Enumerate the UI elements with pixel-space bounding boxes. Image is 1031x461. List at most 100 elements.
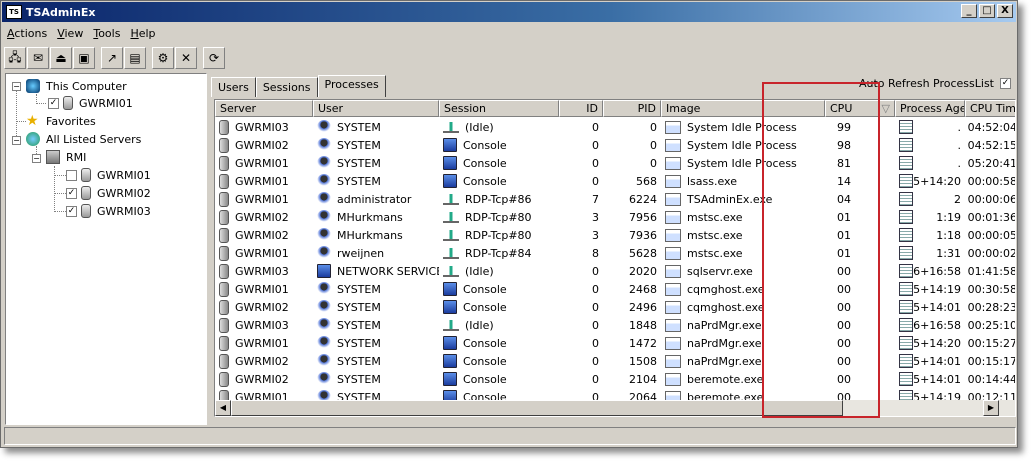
auto-refresh-checkbox[interactable]: ✓ <box>1000 78 1011 89</box>
tree-rmi[interactable]: RMI <box>46 149 86 165</box>
status-icon[interactable]: ▤ <box>124 47 146 69</box>
col-server[interactable]: Server <box>215 100 313 117</box>
expand-all-listed[interactable]: − <box>12 136 21 145</box>
server-checkbox[interactable] <box>66 169 77 181</box>
col-cpu-time[interactable]: CPU Time <box>965 100 1015 117</box>
table-row[interactable]: GWRMI01 SYSTEM Console 0 2468 cqmghost.exe 00 5… <box>215 280 1015 298</box>
table-row[interactable]: GWRMI02 SYSTEM Console 0 2496 cqmghost.exe 00 5… <box>215 298 1015 316</box>
table-row[interactable]: GWRMI02 SYSTEM Console 0 1508 naPrdMgr.exe 00 5… <box>215 352 1015 370</box>
table-row[interactable]: GWRMI01 SYSTEM Console 0 1472 naPrdMgr.exe 00 5… <box>215 334 1015 352</box>
table-row[interactable]: GWRMI03 NETWORK SERVICE (Idle) 0 2020 sqlserv… <box>215 262 1016 280</box>
scroll-thumb[interactable] <box>231 400 843 416</box>
server-checkbox[interactable]: ✓ <box>66 187 77 199</box>
cell-server: GWRMI02 <box>215 298 313 316</box>
col-id[interactable]: ID <box>559 100 603 117</box>
tab-users[interactable]: Users <box>211 77 256 97</box>
minimize-button[interactable]: _ <box>961 4 977 18</box>
tree-this-computer[interactable]: This Computer <box>26 78 127 94</box>
col-user[interactable]: User <box>313 100 439 117</box>
menu-actions[interactable]: Actions <box>2 27 52 40</box>
cell-session: (Idle) <box>439 316 559 334</box>
menu-help[interactable]: Help <box>125 27 160 40</box>
cell-text: System Idle Process <box>687 138 797 152</box>
cell-text: SYSTEM <box>337 336 381 350</box>
col-pid[interactable]: PID <box>603 100 661 117</box>
server-checkbox[interactable]: ✓ <box>48 97 59 109</box>
maximize-button[interactable]: □ <box>979 4 995 18</box>
cell-user: SYSTEM <box>313 280 439 298</box>
status-bar <box>4 427 1016 445</box>
tree-favorites[interactable]: ★ Favorites <box>26 113 96 129</box>
table-row[interactable]: GWRMI03 SYSTEM (Idle) 0 1848 naPrdMgr.exe 00 6+… <box>215 316 1015 334</box>
close-button[interactable]: X <box>997 4 1013 18</box>
menu-tools[interactable]: Tools <box>88 27 125 40</box>
col-session[interactable]: Session <box>439 100 559 117</box>
cell-pid: 0 <box>603 154 661 172</box>
table-row[interactable]: GWRMI02 MHurkmans RDP-Tcp#80 3 7956 mstsc.exe… <box>215 208 1015 226</box>
disconnect-icon[interactable]: ⏏ <box>50 47 72 69</box>
cell-text: 0 <box>592 354 599 368</box>
cell-image: naPrdMgr.exe <box>661 334 825 352</box>
server-tree: − This Computer ✓ GWRMI01 ★ Favorites − … <box>5 73 207 425</box>
table-row[interactable]: GWRMI03 SYSTEM (Idle) 0 0 System Idle Process… <box>215 118 1015 136</box>
cell-text: 1848 <box>629 318 657 332</box>
cell-text: administrator <box>337 192 412 206</box>
cell-process-age: 1:19 <box>895 208 965 226</box>
tree-rmi-gwrmi03[interactable]: ✓ GWRMI03 <box>66 203 151 219</box>
menu-view[interactable]: View <box>52 27 88 40</box>
cell-cpu-time: 00:00:06 <box>965 190 1016 208</box>
cell-text: GWRMI02 <box>235 228 289 242</box>
scroll-left-icon[interactable]: ◀ <box>215 400 231 416</box>
tree-rmi-gwrmi01[interactable]: GWRMI01 <box>66 167 151 183</box>
cell-text: Console <box>463 372 507 386</box>
console-icon <box>443 372 457 386</box>
table-row[interactable]: GWRMI02 MHurkmans RDP-Tcp#80 3 7936 mstsc.exe… <box>215 226 1015 244</box>
tab-processes[interactable]: Processes <box>317 75 386 97</box>
col-process-age[interactable]: Process Age <box>895 100 965 117</box>
table-row[interactable]: GWRMI01 SYSTEM Console 0 0 System Idle Proces… <box>215 154 1015 172</box>
cell-text: 01:41:58 <box>967 264 1016 278</box>
col-cpu[interactable]: CPU ▽ <box>825 100 895 117</box>
cell-text: 00:00:06 <box>967 192 1016 206</box>
col-image[interactable]: Image <box>661 100 825 117</box>
cell-process-age: 5+14:20 <box>895 172 965 190</box>
globe-icon <box>26 132 40 146</box>
table-row[interactable]: GWRMI01 rweijnen RDP-Tcp#84 8 5628 mstsc.exe 0… <box>215 244 1015 262</box>
horizontal-scrollbar[interactable]: ◀ ▶ <box>215 400 1015 416</box>
cell-text: GWRMI02 <box>235 138 289 152</box>
cell-text: 01 <box>837 228 851 242</box>
process-list: Server User Session ID PID Image CPU ▽ P… <box>214 99 1016 417</box>
table-row[interactable]: GWRMI02 SYSTEM Console 0 2104 beremote.exe 00 5… <box>215 370 1016 388</box>
end-process-icon[interactable]: ✕ <box>175 47 197 69</box>
cell-text: System Idle Process <box>687 120 797 134</box>
cell-text: 3 <box>592 228 599 242</box>
cell-text: 00 <box>837 354 851 368</box>
expand-this-computer[interactable]: − <box>12 82 21 91</box>
scroll-right-icon[interactable]: ▶ <box>983 400 999 416</box>
table-row[interactable]: GWRMI02 SYSTEM Console 0 0 System Idle Proces… <box>215 136 1015 154</box>
cell-session: RDP-Tcp#84 <box>439 244 559 262</box>
table-row[interactable]: GWRMI01 administrator RDP-Tcp#86 7 6224 TSAdm… <box>215 190 1016 208</box>
cell-cpu: 04 <box>825 190 895 208</box>
table-row[interactable]: GWRMI01 SYSTEM Console 0 568 lsass.exe 14 5+14:… <box>215 172 1015 190</box>
tab-sessions[interactable]: Sessions <box>255 77 318 97</box>
logoff-icon[interactable]: ⚙ <box>152 47 174 69</box>
tree-rmi-gwrmi02[interactable]: ✓ GWRMI02 <box>66 185 151 201</box>
app-icon: TS <box>6 5 22 19</box>
cell-user: SYSTEM <box>313 172 439 190</box>
remote-control-icon[interactable]: ↗ <box>101 47 123 69</box>
expand-rmi[interactable]: − <box>32 154 41 163</box>
reset-icon[interactable]: ▣ <box>73 47 95 69</box>
message-icon[interactable]: ✉ <box>27 47 49 69</box>
server-checkbox[interactable]: ✓ <box>66 205 77 217</box>
cell-text: 8 <box>592 246 599 260</box>
cell-text: 00:14:44 <box>967 372 1016 386</box>
cell-text: 2468 <box>629 282 657 296</box>
refresh-icon[interactable]: ⟳ <box>203 47 225 69</box>
cell-cpu-time: 00:15:27 <box>965 334 1015 352</box>
cell-cpu: 00 <box>825 280 895 298</box>
tree-all-listed-servers[interactable]: All Listed Servers <box>26 131 141 147</box>
connect-icon[interactable]: 🖧 <box>4 47 26 69</box>
session-icon <box>443 319 459 331</box>
tree-this-computer-server[interactable]: ✓ GWRMI01 <box>48 95 133 111</box>
